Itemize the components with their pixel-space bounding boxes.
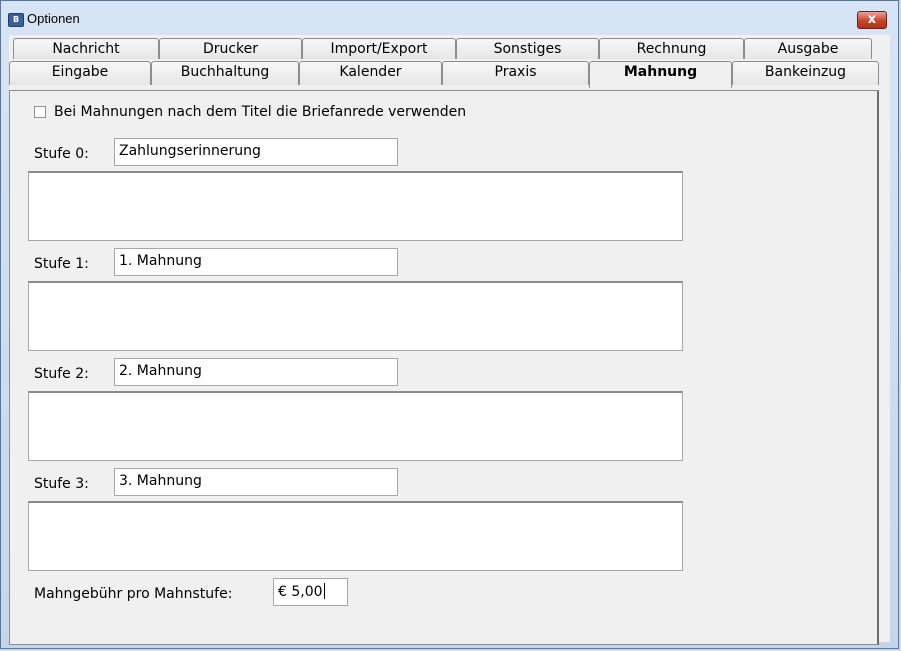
options-window: B Optionen x Nachricht Drucker Import/Ex…	[0, 0, 899, 649]
tab-sonstiges[interactable]: Sonstiges	[456, 38, 599, 59]
stufe-2-text-area[interactable]	[28, 391, 683, 461]
mahngebuehr-label: Mahngebühr pro Mahnstufe:	[34, 586, 233, 602]
tab-import-export[interactable]: Import/Export	[302, 38, 456, 59]
tab-drucker[interactable]: Drucker	[159, 38, 302, 59]
tab-mahnung[interactable]: Mahnung	[589, 61, 732, 88]
tab-bankeinzug[interactable]: Bankeinzug	[732, 61, 879, 85]
stufe-0-label: Stufe 0:	[34, 146, 89, 162]
stufe-3-label: Stufe 3:	[34, 476, 89, 492]
stufe-2-title-input[interactable]: 2. Mahnung	[114, 358, 398, 386]
briefanrede-checkbox-label: Bei Mahnungen nach dem Titel die Briefan…	[54, 104, 467, 120]
text-cursor	[323, 583, 325, 599]
tab-nachricht[interactable]: Nachricht	[13, 38, 159, 59]
stufe-0-text-area[interactable]	[28, 171, 683, 241]
stufe-2-label: Stufe 2:	[34, 366, 89, 382]
app-icon: B	[8, 13, 24, 27]
dialog-client-area: Nachricht Drucker Import/Export Sonstige…	[9, 35, 890, 645]
stufe-0-title-input[interactable]: Zahlungserinnerung	[114, 138, 398, 166]
stufe-1-label: Stufe 1:	[34, 256, 89, 272]
stufe-3-text-area[interactable]	[28, 501, 683, 571]
close-button[interactable]: x	[857, 11, 887, 29]
tab-kalender[interactable]: Kalender	[299, 61, 442, 85]
mahngebuehr-input[interactable]: € 5,00	[273, 578, 348, 606]
tab-eingabe[interactable]: Eingabe	[9, 61, 151, 85]
tab-rechnung[interactable]: Rechnung	[599, 38, 744, 59]
tab-buchhaltung[interactable]: Buchhaltung	[151, 61, 299, 85]
stufe-1-text-area[interactable]	[28, 281, 683, 351]
tab-praxis[interactable]: Praxis	[442, 61, 589, 85]
stufe-3-title-input[interactable]: 3. Mahnung	[114, 468, 398, 496]
mahnung-panel: Bei Mahnungen nach dem Titel die Briefan…	[9, 90, 879, 645]
stufe-1-title-input[interactable]: 1. Mahnung	[114, 248, 398, 276]
tab-ausgabe[interactable]: Ausgabe	[744, 38, 872, 59]
briefanrede-checkbox[interactable]	[34, 106, 46, 118]
window-title: Optionen	[27, 11, 80, 26]
mahngebuehr-value: € 5,00	[278, 584, 323, 600]
title-bar[interactable]: B Optionen x	[1, 1, 898, 33]
